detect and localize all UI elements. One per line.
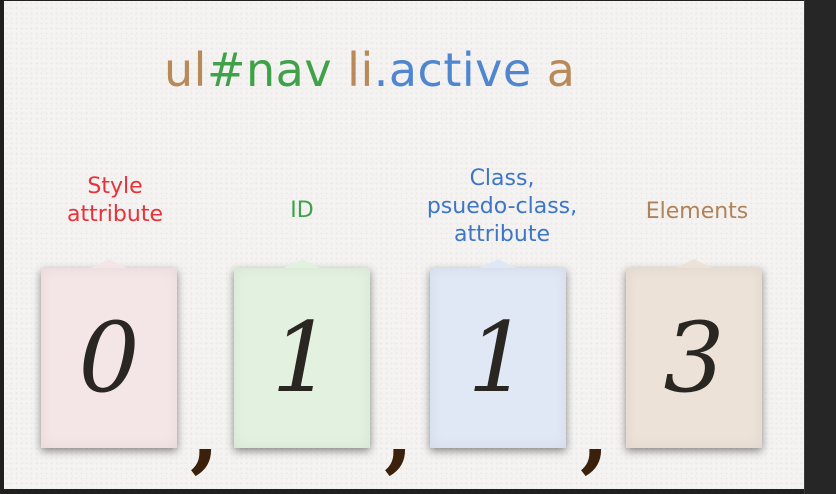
selector-element-li: li [332, 43, 374, 97]
card-elements: 3 [626, 259, 762, 448]
selector-element-a: a [531, 43, 576, 97]
selector-text: ul#nav li.active a [164, 43, 576, 97]
comma-separator: , [384, 383, 414, 482]
selector-class-active: .active [373, 43, 532, 97]
comma-separator: , [190, 383, 220, 482]
label-style-attribute: Style attribute [67, 174, 163, 227]
selector-id-nav: #nav [206, 43, 333, 97]
label-elements: Elements [645, 199, 749, 224]
selector-element-ul: ul [164, 43, 207, 97]
card-notch [91, 259, 127, 268]
card-notch [676, 259, 712, 268]
digit-elements: 3 [663, 302, 725, 414]
digit-id: 1 [271, 302, 333, 414]
card-notch [480, 259, 516, 268]
card-id: 1 [234, 259, 370, 448]
comma-separator: , [580, 383, 610, 482]
card-style-attribute: 0 [41, 259, 177, 448]
digit-class: 1 [467, 302, 529, 414]
label-id: ID [290, 198, 314, 223]
card-class: 1 [430, 259, 566, 448]
label-class: Class, psuedo-class, attribute [426, 166, 578, 247]
digit-style-attribute: 0 [78, 302, 140, 414]
card-notch [284, 259, 320, 268]
specificity-diagram: ul#nav li.active a Style attribute ID Cl… [4, 1, 804, 489]
window-edge [804, 0, 836, 494]
